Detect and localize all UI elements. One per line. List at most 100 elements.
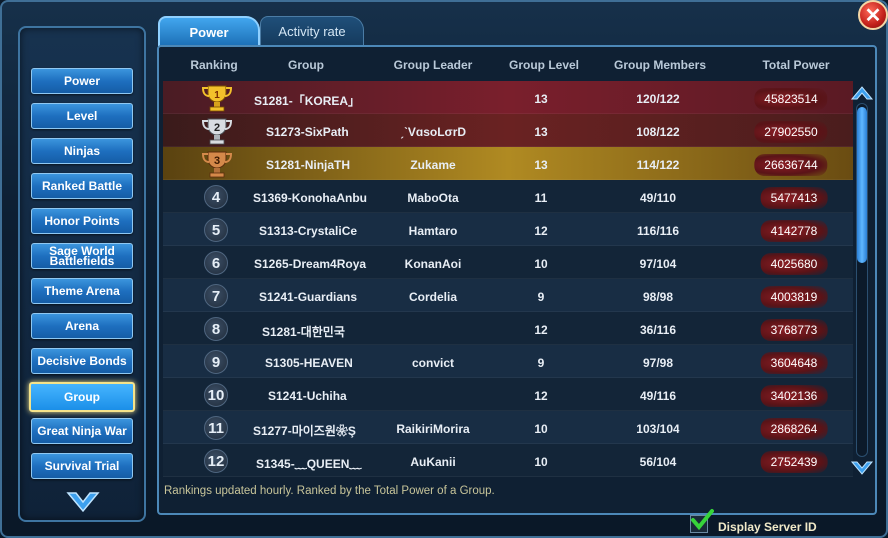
cell-total-power: 5477413: [760, 187, 828, 209]
cell-leader: ˏˋVɑsoLσrD: [399, 125, 467, 139]
cell-level: 10: [534, 455, 548, 469]
trophy-rank-label: 1: [214, 90, 220, 101]
cell-total-power: 4003819: [760, 286, 828, 308]
checkmark-icon[interactable]: [690, 508, 714, 532]
cell-group: S1305-HEAVEN: [265, 356, 353, 370]
table-header: Ranking Group Group Leader Group Level G…: [163, 52, 853, 78]
sidebar-item-group[interactable]: Group: [29, 382, 135, 412]
cell-total-power: 2752439: [760, 451, 828, 473]
cell-members: 98/98: [642, 290, 674, 304]
header-group-level: Group Level: [508, 58, 580, 72]
table-row[interactable]: 9 S1305-HEAVEN convict 9 97/98 3604648: [163, 345, 853, 378]
table-row[interactable]: 4 S1369-KonohaAnbu MaboOta 11 49/110 547…: [163, 180, 853, 213]
cell-members: 114/122: [636, 158, 680, 172]
table-row[interactable]: 10 S1241-Uchiha 12 49/116 3402136: [163, 378, 853, 411]
rank-badge: 5: [204, 218, 228, 242]
sidebar-item-great-ninja-war[interactable]: Great Ninja War: [31, 418, 133, 444]
cell-members: 49/116: [639, 389, 677, 403]
cell-level: 12: [534, 389, 548, 403]
tab-power[interactable]: Power: [158, 16, 260, 46]
cell-total-power: 3604648: [760, 352, 828, 374]
sidebar-item-theme-arena[interactable]: Theme Arena: [31, 278, 133, 304]
table-row[interactable]: 2 S1273-SixPath ˏˋVɑsoLσrD 13 108/122 27…: [163, 114, 853, 147]
cell-level: 13: [534, 92, 548, 106]
silver-trophy-icon: 2: [201, 118, 233, 145]
header-ranking: Ranking: [190, 58, 238, 72]
table-row[interactable]: 7 S1241-Guardians Cordelia 9 98/98 40038…: [163, 279, 853, 312]
cell-leader: MaboOta: [407, 191, 459, 205]
trophy-rank-label: 3: [214, 155, 220, 167]
cell-group: S1277-마이즈원❀Ş: [253, 424, 356, 438]
table-row[interactable]: 3 S1281-NinjaTH Zukame 13 114/122 266367…: [163, 147, 853, 180]
cell-members: 56/104: [639, 455, 677, 469]
rank-badge: 11: [204, 416, 228, 440]
cell-level: 12: [534, 323, 548, 337]
cell-leader: convict: [411, 356, 454, 370]
sidebar-scroll-down-icon[interactable]: [66, 490, 100, 514]
cell-level: 10: [534, 422, 548, 436]
scroll-down-icon[interactable]: [850, 459, 874, 477]
gold-trophy-icon: 1: [201, 85, 233, 112]
cell-level: 11: [534, 191, 548, 205]
trophy-rank-label: 2: [214, 122, 220, 134]
cell-members: 97/98: [642, 356, 674, 370]
sidebar-item-ranked-battle[interactable]: Ranked Battle: [31, 173, 133, 199]
header-group-members: Group Members: [613, 58, 707, 72]
table-row[interactable]: 12 S1345-﹏QUEEN﹏ AuKanii 10 56/104 27524…: [163, 444, 853, 477]
sidebar-item-sage-world-battlefields[interactable]: Sage World Battlefields: [31, 243, 133, 269]
cell-leader: RaikiriMorira: [396, 422, 470, 436]
cell-group: S1265-Dream4Roya: [254, 257, 367, 271]
cell-leader: Hamtaro: [408, 224, 458, 238]
cell-group: S1369-KonohaAnbu: [253, 191, 368, 205]
cell-group: S1345-﹏QUEEN﹏: [256, 457, 362, 471]
sidebar-item-arena[interactable]: Arena: [31, 313, 133, 339]
header-group: Group: [288, 58, 324, 72]
scroll-up-icon[interactable]: [850, 84, 874, 102]
cell-level: 10: [534, 257, 548, 271]
sidebar-item-ninjas[interactable]: Ninjas: [31, 138, 133, 164]
rank-badge: 6: [204, 251, 228, 275]
cell-total-power: 4025680: [760, 253, 828, 275]
footnote: Rankings updated hourly. Ranked by the T…: [164, 485, 495, 497]
tab-activity-rate[interactable]: Activity rate: [260, 16, 364, 46]
cell-level: 9: [537, 290, 545, 304]
cell-level: 12: [534, 224, 548, 238]
rank-badge: 10: [204, 383, 228, 407]
cell-group: S1281-NinjaTH: [266, 158, 351, 172]
cell-members: 120/122: [636, 92, 680, 106]
cell-level: 13: [534, 158, 548, 172]
cell-group: S1313-CrystaliCe: [259, 224, 358, 238]
sidebar-item-level[interactable]: Level: [31, 103, 133, 129]
cell-total-power: 3768773: [760, 319, 828, 341]
sidebar-item-honor-points[interactable]: Honor Points: [31, 208, 133, 234]
cell-leader: AuKanii: [410, 455, 456, 469]
cell-members: 116/116: [636, 224, 680, 238]
display-server-id-label[interactable]: Display Server ID: [718, 520, 817, 534]
sidebar-item-survival-trial[interactable]: Survival Trial: [31, 453, 133, 479]
cell-members: 36/116: [639, 323, 677, 337]
cell-total-power: 26636744: [754, 154, 828, 176]
cell-members: 108/122: [636, 125, 680, 139]
table-row[interactable]: 1 S1281-「KOREA」 13 120/122 45823514: [163, 81, 853, 114]
close-button[interactable]: ✕: [858, 0, 888, 30]
table-row[interactable]: 6 S1265-Dream4Roya KonanAoi 10 97/104 40…: [163, 246, 853, 279]
cell-total-power: 27902550: [754, 121, 828, 143]
cell-members: 49/110: [639, 191, 677, 205]
rank-badge: 8: [204, 317, 228, 341]
cell-total-power: 4142778: [760, 220, 828, 242]
table-row[interactable]: 8 S1281-대한민국 12 36/116 3768773: [163, 312, 853, 345]
table-row[interactable]: 11 S1277-마이즈원❀Ş RaikiriMorira 10 103/104…: [163, 411, 853, 444]
table-row[interactable]: 5 S1313-CrystaliCe Hamtaro 12 116/116 41…: [163, 213, 853, 246]
bronze-trophy-icon: 3: [201, 151, 233, 178]
sidebar-item-decisive-bonds[interactable]: Decisive Bonds: [31, 348, 133, 374]
cell-leader: Zukame: [410, 158, 456, 172]
cell-leader: Cordelia: [408, 290, 457, 304]
sidebar-item-power[interactable]: Power: [31, 68, 133, 94]
rank-badge: 9: [204, 350, 228, 374]
cell-group: S1281-「KOREA」: [254, 94, 361, 108]
scrollbar-thumb[interactable]: [857, 107, 867, 263]
cell-total-power: 2868264: [760, 418, 828, 440]
header-group-leader: Group Leader: [393, 58, 473, 72]
cell-group: S1241-Uchiha: [268, 389, 347, 403]
cell-leader: KonanAoi: [404, 257, 462, 271]
